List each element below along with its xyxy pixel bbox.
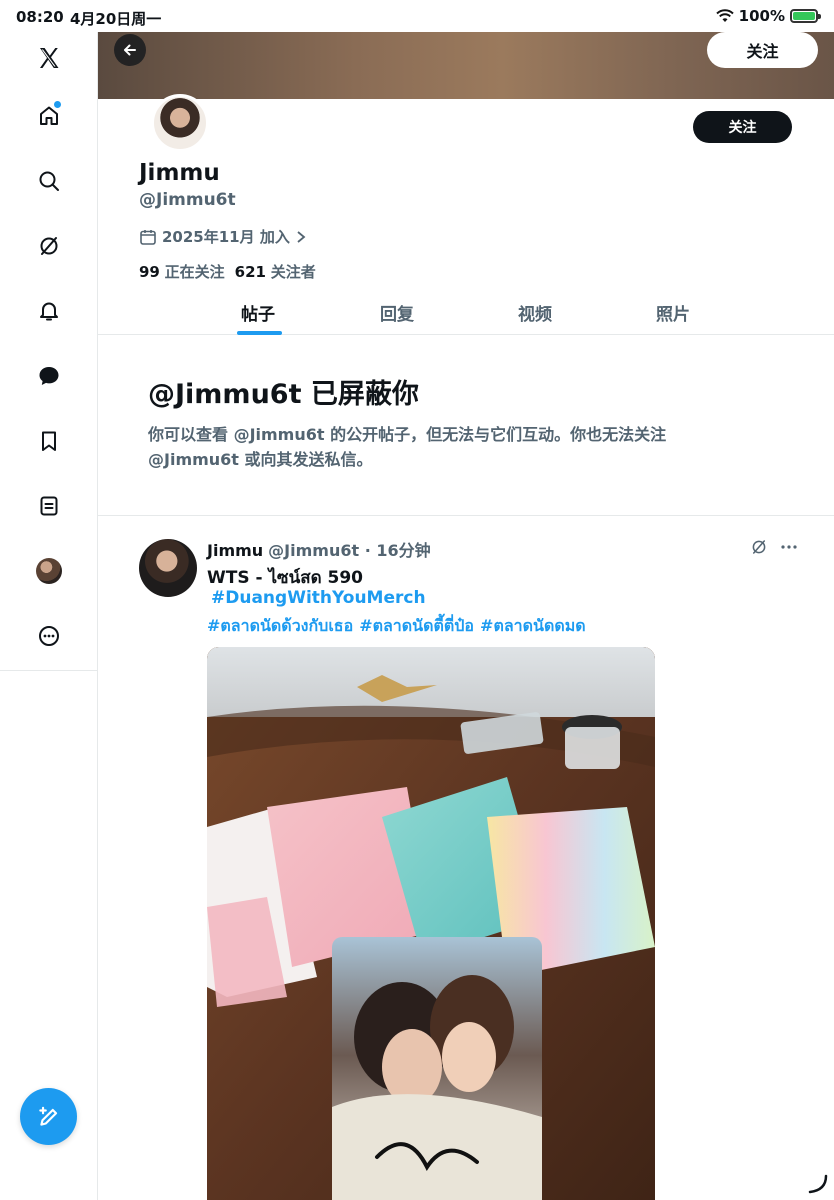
home-icon[interactable] bbox=[29, 96, 69, 136]
lists-icon[interactable] bbox=[29, 486, 69, 526]
status-date: 4月20日周一 bbox=[70, 10, 162, 28]
tab-posts[interactable]: 帖子 bbox=[241, 300, 275, 325]
compose-pen-icon bbox=[38, 1106, 57, 1126]
profile-banner: 关注 bbox=[98, 32, 834, 99]
nav-divider bbox=[0, 670, 98, 671]
post-image[interactable] bbox=[207, 647, 655, 1200]
followers-count: 621 bbox=[234, 263, 266, 281]
profile-tabs: 帖子 回复 视频 照片 bbox=[98, 290, 834, 335]
compose-button[interactable] bbox=[20, 1088, 77, 1145]
chevron-right-icon bbox=[297, 230, 306, 243]
profile-display-name: Jimmu bbox=[139, 160, 220, 186]
profile-handle: @Jimmu6t bbox=[139, 190, 236, 210]
post-photo bbox=[207, 647, 655, 1200]
grok-icon[interactable] bbox=[29, 226, 69, 266]
status-bar: 08:20 4月20日周一 100% bbox=[0, 0, 834, 32]
active-tab-indicator bbox=[237, 331, 282, 335]
joined-text: 2025年11月 加入 bbox=[162, 228, 290, 246]
notifications-bell-icon[interactable] bbox=[29, 291, 69, 331]
messages-icon[interactable] bbox=[29, 356, 69, 396]
blocked-title: @Jimmu6t 已屏蔽你 bbox=[148, 379, 419, 410]
calendar-icon bbox=[140, 229, 156, 245]
back-button[interactable] bbox=[114, 34, 146, 66]
loading-spinner-icon bbox=[808, 1174, 828, 1194]
nav-avatar bbox=[36, 558, 62, 584]
blocked-desc-line2: @Jimmu6t 或向其发送私信。 bbox=[148, 450, 373, 469]
left-nav bbox=[0, 32, 98, 1200]
banner-follow-button[interactable]: 关注 bbox=[707, 32, 818, 68]
notification-dot bbox=[54, 101, 61, 108]
status-time: 08:20 bbox=[16, 8, 64, 26]
blocked-description: 你可以查看 @Jimmu6t 的公开帖子，但无法与它们互动。你也无法关注 @Ji… bbox=[148, 422, 768, 472]
hashtag-row: #ตลาดนัดด้วงกับเธอ #ตลาดนัดตี้ตี่ป๋อ #ตล… bbox=[207, 614, 586, 639]
grok-icon[interactable] bbox=[750, 538, 768, 556]
back-arrow-icon bbox=[124, 44, 136, 56]
followers-stat[interactable]: 621 关注者 bbox=[235, 261, 316, 282]
post-author-name[interactable]: Jimmu bbox=[207, 541, 263, 560]
search-icon[interactable] bbox=[29, 161, 69, 201]
following-count: 99 bbox=[139, 263, 160, 281]
hashtag[interactable]: #ตลาดนัดดมด bbox=[480, 614, 586, 639]
follow-stats: 99 正在关注 621 关注者 bbox=[139, 261, 316, 282]
profile-avatar[interactable] bbox=[151, 94, 209, 152]
hashtag-main[interactable]: #DuangWithYouMerch bbox=[211, 588, 426, 608]
following-stat[interactable]: 99 正在关注 bbox=[139, 261, 225, 282]
follow-button[interactable]: 关注 bbox=[693, 111, 792, 143]
followers-label: 关注者 bbox=[270, 263, 316, 281]
tab-replies[interactable]: 回复 bbox=[380, 300, 414, 325]
post-avatar[interactable] bbox=[139, 539, 197, 597]
more-options-icon[interactable] bbox=[780, 544, 798, 550]
blocked-desc-line1: 你可以查看 @Jimmu6t 的公开帖子，但无法与它们互动。你也无法关注 bbox=[148, 425, 667, 444]
battery-icon bbox=[790, 9, 821, 23]
section-divider bbox=[98, 515, 834, 516]
more-icon[interactable] bbox=[29, 616, 69, 656]
post-text: WTS - ไซน์สด 590 bbox=[207, 568, 364, 588]
hashtag[interactable]: #ตลาดนัดตี้ตี่ป๋อ bbox=[359, 614, 474, 639]
joined-date[interactable]: 2025年11月 加入 bbox=[139, 226, 307, 247]
tab-videos[interactable]: 视频 bbox=[518, 300, 552, 325]
x-logo-icon[interactable] bbox=[29, 38, 69, 78]
bookmarks-icon[interactable] bbox=[29, 421, 69, 461]
tab-photos[interactable]: 照片 bbox=[656, 300, 690, 325]
battery-percent: 100% bbox=[738, 7, 785, 25]
hashtag[interactable]: #ตลาดนัดด้วงกับเธอ bbox=[207, 614, 353, 639]
post-actions-top bbox=[750, 538, 798, 556]
post-handle-time: @Jimmu6t · 16分钟 bbox=[268, 541, 431, 560]
post-header: Jimmu @Jimmu6t · 16分钟 bbox=[207, 537, 431, 561]
status-right: 100% bbox=[715, 7, 821, 25]
wifi-icon bbox=[715, 9, 734, 22]
following-label: 正在关注 bbox=[164, 263, 225, 281]
profile-avatar-icon[interactable] bbox=[29, 551, 69, 591]
